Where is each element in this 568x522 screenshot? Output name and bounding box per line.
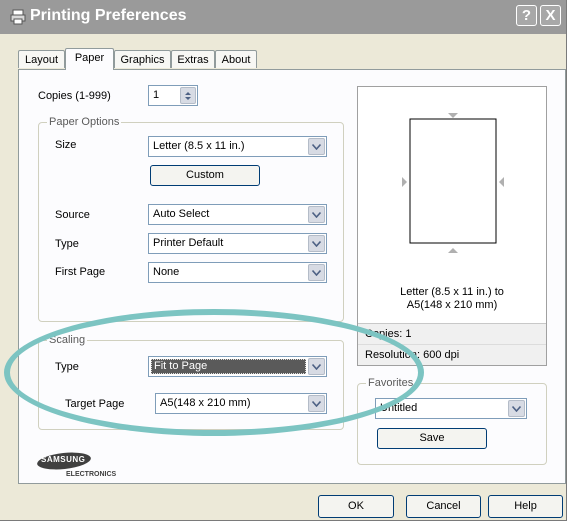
chevron-down-icon[interactable]	[508, 400, 525, 417]
preview-resolution: Resolution: 600 dpi	[365, 349, 460, 361]
preview-divider	[358, 344, 546, 345]
bottom-margin-arrow-icon	[448, 248, 458, 253]
size-label: Size	[55, 139, 77, 151]
chevron-down-icon[interactable]	[308, 395, 325, 412]
preview-copies: Copies: 1	[365, 328, 412, 340]
help-button[interactable]: Help	[488, 495, 563, 518]
paper-type-dropdown[interactable]: Printer Default	[148, 233, 327, 254]
samsung-sub-text: ELECTRONICS	[66, 471, 117, 478]
scaling-title: Scaling	[47, 334, 88, 346]
scaling-type-value: Fit to Page	[154, 360, 208, 372]
copies-value: 1	[153, 89, 160, 101]
tab-graphics[interactable]: Graphics	[114, 50, 171, 68]
chevron-down-icon[interactable]	[308, 138, 325, 155]
target-page-value: A5(148 x 210 mm)	[160, 397, 251, 409]
tab-extras[interactable]: Extras	[171, 50, 215, 68]
source-dropdown[interactable]: Auto Select	[148, 204, 327, 225]
left-margin-arrow-icon	[402, 177, 407, 187]
paper-preview-panel: Letter (8.5 x 11 in.) to A5(148 x 210 mm…	[357, 86, 547, 366]
tab-paper[interactable]: Paper	[65, 48, 114, 70]
tab-about[interactable]: About	[215, 50, 257, 68]
copies-label: Copies (1-999)	[38, 90, 111, 102]
window-title: Printing Preferences	[30, 7, 187, 24]
paper-options-title: Paper Options	[47, 116, 122, 128]
save-button[interactable]: Save	[377, 428, 487, 449]
preview-divider	[358, 323, 546, 324]
favorites-value: Untitled	[380, 402, 418, 414]
source-label: Source	[55, 209, 90, 221]
chevron-down-icon[interactable]	[308, 206, 325, 223]
chevron-down-icon[interactable]	[308, 358, 325, 375]
source-value: Auto Select	[153, 208, 210, 220]
paper-type-label: Type	[55, 238, 79, 250]
printing-preferences-window: Printing Preferences ? X Layout Paper Gr…	[0, 0, 567, 521]
target-page-label: Target Page	[65, 398, 125, 410]
right-margin-arrow-icon	[499, 177, 504, 187]
custom-button[interactable]: Custom	[150, 165, 260, 186]
title-bar[interactable]: Printing Preferences ? X	[0, 0, 566, 34]
chevron-down-icon[interactable]	[308, 235, 325, 252]
first-page-dropdown[interactable]: None	[148, 262, 327, 283]
favorites-group: Favorites	[357, 377, 547, 465]
size-value: Letter (8.5 x 11 in.)	[153, 140, 245, 152]
favorites-title: Favorites	[366, 377, 416, 389]
paper-type-value: Printer Default	[153, 237, 224, 249]
printer-icon	[10, 9, 26, 25]
first-page-label: First Page	[55, 266, 106, 278]
help-title-button[interactable]: ?	[516, 5, 537, 26]
cancel-button[interactable]: Cancel	[406, 495, 481, 518]
tab-layout[interactable]: Layout	[18, 50, 65, 68]
preview-caption-line1: Letter (8.5 x 11 in.) to	[400, 286, 504, 298]
ok-button[interactable]: OK	[318, 495, 394, 518]
target-page-dropdown[interactable]: A5(148 x 210 mm)	[155, 393, 327, 414]
copies-spinner[interactable]: 1	[148, 85, 198, 106]
scaling-type-dropdown[interactable]: Fit to Page	[148, 356, 327, 377]
top-margin-arrow-icon	[448, 113, 458, 118]
samsung-logo: SAMSUNG ELECTRONICS	[36, 452, 136, 484]
spinner-arrows-icon[interactable]	[180, 87, 196, 104]
chevron-down-icon[interactable]	[308, 264, 325, 281]
first-page-value: None	[153, 266, 180, 278]
scaling-group: Scaling	[38, 334, 344, 430]
favorites-dropdown[interactable]: Untitled	[375, 398, 527, 419]
preview-caption-line2: A5(148 x 210 mm)	[406, 299, 498, 311]
scaling-type-label: Type	[55, 361, 79, 373]
close-title-button[interactable]: X	[540, 5, 561, 26]
size-dropdown[interactable]: Letter (8.5 x 11 in.)	[148, 136, 327, 157]
samsung-brand-text: SAMSUNG	[41, 455, 86, 464]
